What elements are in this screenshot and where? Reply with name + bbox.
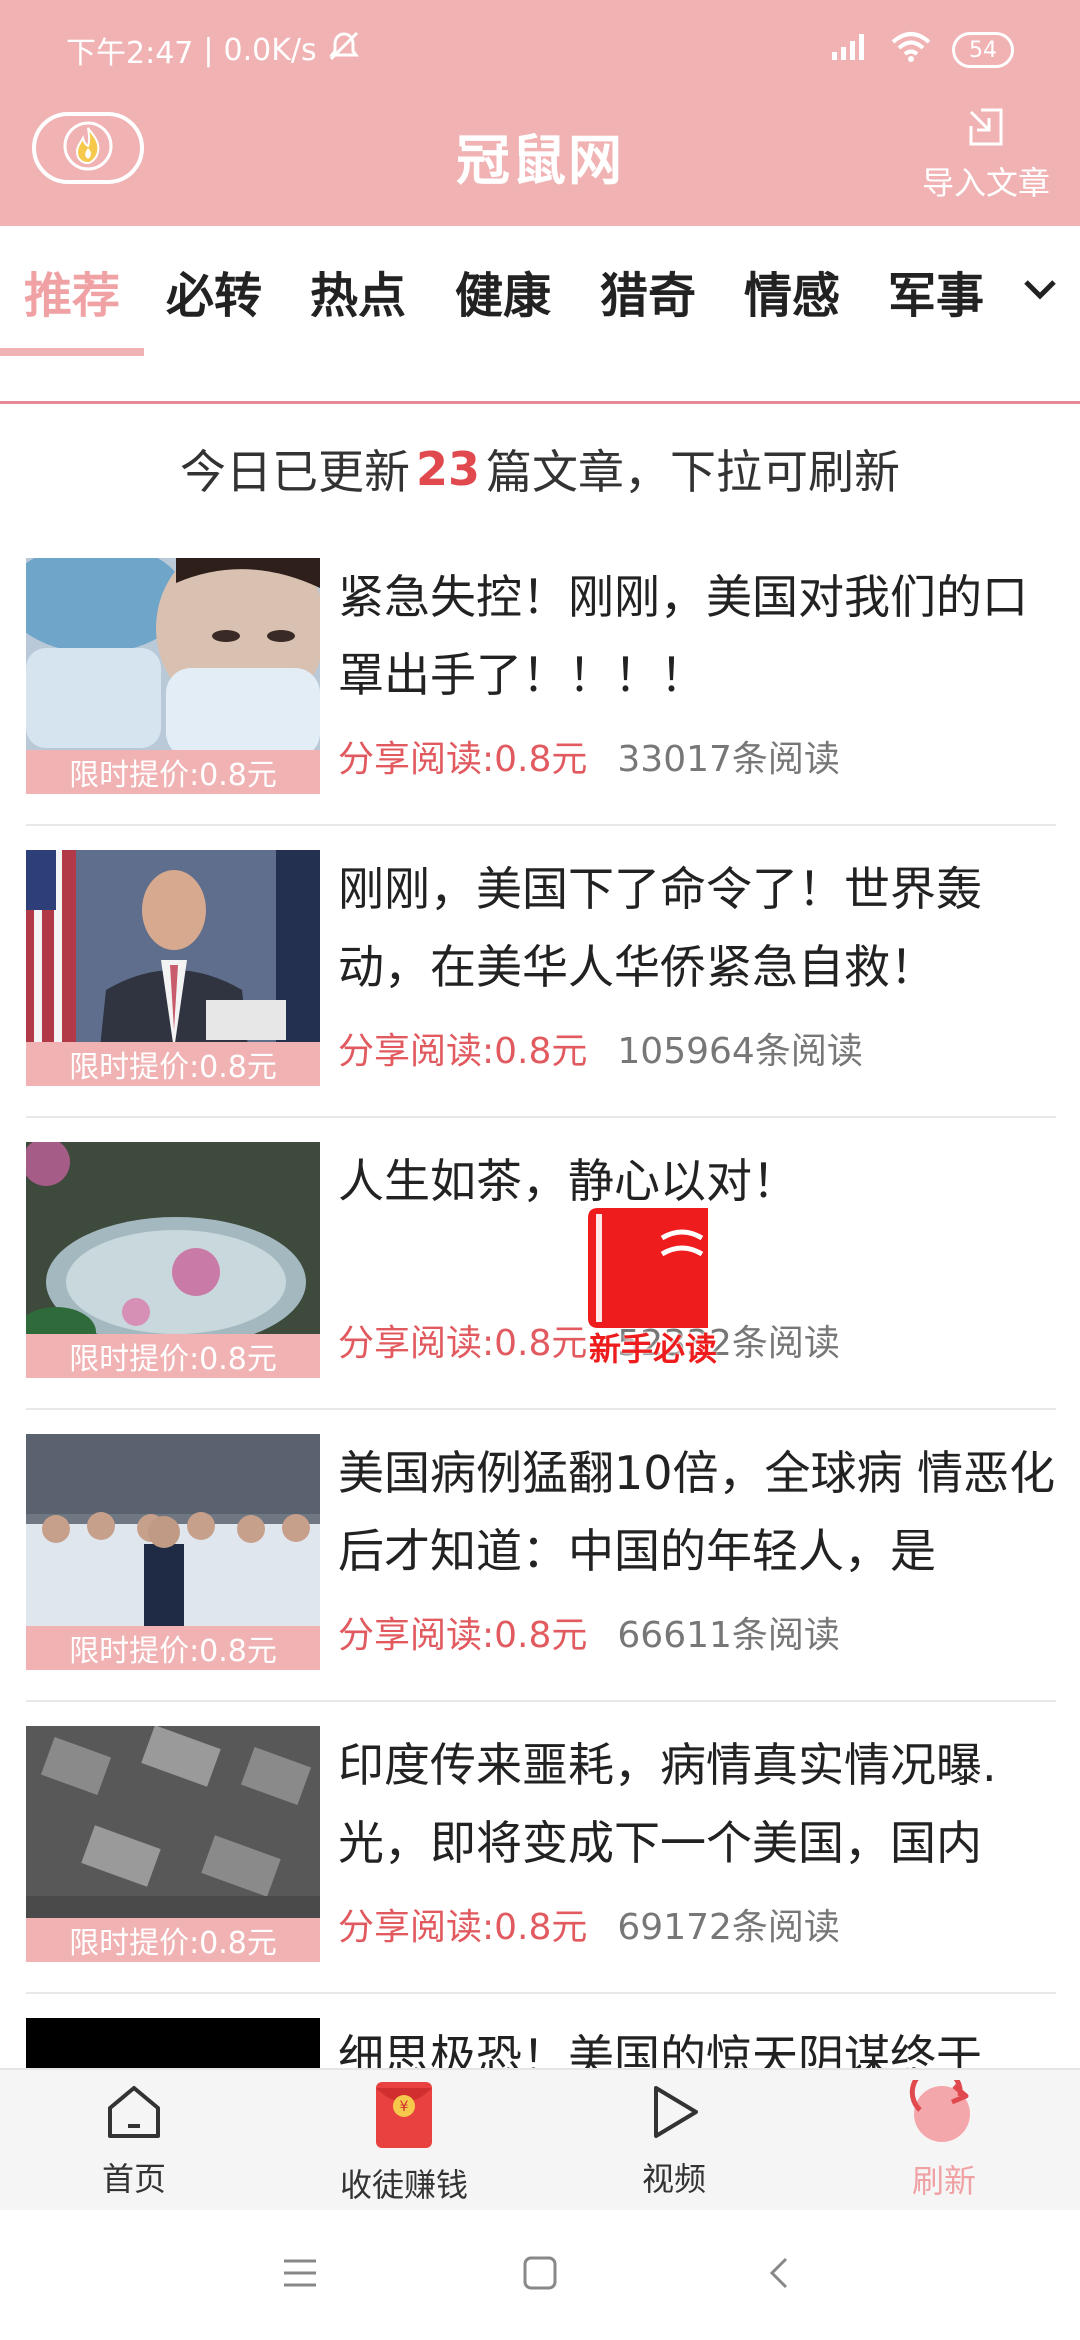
svg-text:¥: ¥ xyxy=(400,2099,409,2115)
article-thumbnail: 限时提价:0.8元 xyxy=(26,850,320,1086)
system-nav-bar xyxy=(0,2210,1080,2340)
read-count: 105964条阅读 xyxy=(617,1031,863,1072)
article-meta: 分享阅读:0.8元 33017条阅读 xyxy=(338,730,840,782)
status-divider: | xyxy=(203,32,214,68)
share-price: 分享阅读:0.8元 xyxy=(338,1615,588,1656)
tab-must-share[interactable]: 必转 xyxy=(166,256,262,326)
new-user-guide-label: 新手必读 xyxy=(588,1330,717,1368)
tab-emotion[interactable]: 情感 xyxy=(744,256,840,326)
read-count: 69172条阅读 xyxy=(617,1907,840,1948)
status-time: 下午2:47 xyxy=(66,36,194,71)
nav-home-label: 首页 xyxy=(101,2160,166,2198)
signal-icon xyxy=(830,32,870,68)
notice-suffix: 篇文章，下拉可刷新 xyxy=(486,445,900,499)
status-left: 下午2:47 | 0.0K/s xyxy=(66,28,361,72)
price-badge: 限时提价:0.8元 xyxy=(26,1334,320,1378)
nav-video-label: 视频 xyxy=(641,2160,706,2198)
nav-home[interactable]: 首页 xyxy=(34,2080,234,2204)
category-tabs: 推荐 必转 热点 健康 猎奇 情感 军事 xyxy=(0,226,1080,404)
share-price: 分享阅读:0.8元 xyxy=(338,1323,588,1364)
article-meta: 分享阅读:0.8元 69172条阅读 xyxy=(338,1898,840,1950)
notice-count: 23 xyxy=(415,442,480,496)
back-icon[interactable] xyxy=(760,2253,800,2297)
wifi-icon xyxy=(890,30,932,70)
new-user-guide-button[interactable]: 新手必读 xyxy=(578,1198,728,1368)
import-icon xyxy=(965,106,1007,152)
mute-icon xyxy=(327,31,361,69)
tab-military[interactable]: 军事 xyxy=(888,256,984,326)
article-meta: 分享阅读:0.8元 66611条阅读 xyxy=(338,1606,840,1658)
nav-earn-label: 收徒赚钱 xyxy=(339,2166,468,2204)
price-badge: 限时提价:0.8元 xyxy=(26,750,320,794)
article-title: 紧急失控！刚刚，美国对我们的口罩出手了！！！！ xyxy=(338,570,1028,702)
article-thumbnail: 限时提价:0.8元 xyxy=(26,1726,320,1962)
import-label: 导入文章 xyxy=(921,164,1050,202)
refresh-icon xyxy=(908,2065,980,2150)
network-speed: 0.0K/s xyxy=(223,32,317,68)
status-right: 54 xyxy=(830,30,1014,70)
tab-health[interactable]: 健康 xyxy=(455,256,551,326)
article-title: 美国病例猛翻10倍，全球病 情恶化后才知道：中国的年轻人，是 xyxy=(338,1446,1056,1578)
import-article-button[interactable]: 导入文章 xyxy=(916,106,1056,206)
article-thumbnail: 限时提价:0.8元 xyxy=(26,1434,320,1670)
update-notice: 今日已更新 23 篇文章，下拉可刷新 xyxy=(0,404,1080,534)
article-item[interactable]: 限时提价:0.8元 紧急失控！刚刚，美国对我们的口罩出手了！！！！ 分享阅读:0… xyxy=(26,534,1056,826)
chevron-down-icon[interactable] xyxy=(1022,276,1058,306)
red-envelope-icon: ¥ xyxy=(372,2080,436,2154)
read-count: 66611条阅读 xyxy=(617,1615,840,1656)
tab-recommend[interactable]: 推荐 xyxy=(24,256,120,326)
article-item[interactable]: 限时提价:0.8元 刚刚，美国下了命令了！世界轰动，在美华人华侨紧急自救！ 分享… xyxy=(26,826,1056,1118)
home-square-icon[interactable] xyxy=(520,2253,560,2297)
price-badge: 限时提价:0.8元 xyxy=(26,1626,320,1670)
article-item[interactable]: 限时提价:0.8元 人生如茶，静心以对！ 分享阅读:0.8元 52332条阅读 xyxy=(26,1118,1056,1410)
share-price: 分享阅读:0.8元 xyxy=(338,1031,588,1072)
tab-hot[interactable]: 热点 xyxy=(310,256,406,326)
menu-icon[interactable] xyxy=(280,2255,320,2295)
nav-refresh-label: 刷新 xyxy=(911,2162,976,2200)
nav-video[interactable]: 视频 xyxy=(574,2080,774,2204)
status-bar: 下午2:47 | 0.0K/s 54 xyxy=(0,0,1080,100)
article-meta: 分享阅读:0.8元 105964条阅读 xyxy=(338,1022,863,1074)
active-tab-indicator xyxy=(0,348,144,356)
notice-prefix: 今日已更新 xyxy=(179,445,410,499)
article-item[interactable]: 限时提价:0.8元 印度传来噩耗，病情真实情况曝.光，即将变成下一个美国，国内 … xyxy=(26,1702,1056,1994)
battery-indicator: 54 xyxy=(952,32,1014,68)
article-title: 印度传来噩耗，病情真实情况曝.光，即将变成下一个美国，国内 xyxy=(338,1738,997,1870)
price-badge: 限时提价:0.8元 xyxy=(26,1918,320,1962)
app-header: 冠鼠网 导入文章 xyxy=(0,100,1080,226)
app-screen: 下午2:47 | 0.0K/s 54 冠鼠网 导入文章 推荐 必转 热点 健康 … xyxy=(0,0,1080,2340)
share-price: 分享阅读:0.8元 xyxy=(338,1907,588,1948)
article-thumbnail: 限时提价:0.8元 xyxy=(26,558,320,794)
article-item[interactable]: 限时提价:0.8元 美国病例猛翻10倍，全球病 情恶化后才知道：中国的年轻人，是… xyxy=(26,1410,1056,1702)
article-thumbnail: 限时提价:0.8元 xyxy=(26,1142,320,1378)
tab-curiosity[interactable]: 猎奇 xyxy=(600,256,696,326)
price-badge: 限时提价:0.8元 xyxy=(26,1042,320,1086)
nav-refresh[interactable]: 刷新 xyxy=(844,2065,1044,2204)
home-icon xyxy=(102,2080,166,2148)
bottom-nav: 首页 ¥ 收徒赚钱 视频 刷新 xyxy=(0,2065,1080,2210)
nav-earn[interactable]: ¥ 收徒赚钱 xyxy=(304,2080,504,2204)
share-price: 分享阅读:0.8元 xyxy=(338,739,588,780)
article-title: 刚刚，美国下了命令了！世界轰动，在美华人华侨紧急自救！ xyxy=(338,862,982,994)
read-count: 33017条阅读 xyxy=(617,739,840,780)
play-icon xyxy=(642,2080,706,2148)
